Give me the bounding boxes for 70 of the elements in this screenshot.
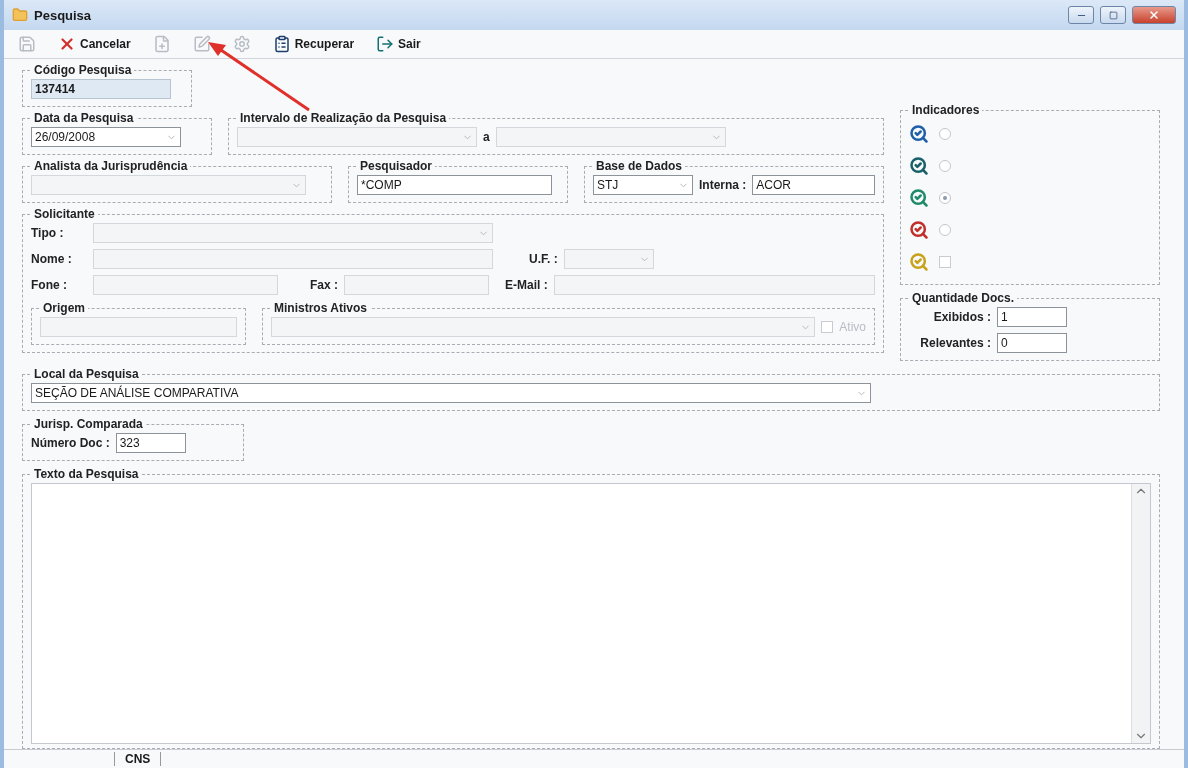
group-label: Origem <box>42 301 86 315</box>
ministers-field[interactable] <box>271 317 816 337</box>
group-label: Ministros Ativos <box>273 301 368 315</box>
radio-button[interactable] <box>939 128 951 140</box>
toolbar-button[interactable]: Recuperar <box>268 33 359 55</box>
radio-button[interactable] <box>939 224 951 236</box>
field-label: Fone : <box>31 278 68 292</box>
group-label: Analista da Jurisprudência <box>33 159 189 173</box>
doc-number-field[interactable]: 323 <box>115 433 186 453</box>
range-separator: a <box>483 130 490 144</box>
group-label: Intervalo de Realização da Pesquisa <box>239 111 448 125</box>
end-date-field[interactable] <box>495 127 726 147</box>
field-label: Interna : <box>699 178 747 192</box>
shown-count-field[interactable]: 1 <box>997 307 1067 327</box>
toolbar-button[interactable]: Sair <box>372 33 425 55</box>
phone-field[interactable] <box>93 275 278 295</box>
field-label: Número Doc : <box>31 436 110 450</box>
email-field[interactable] <box>553 275 875 295</box>
close-icon <box>58 35 76 53</box>
relevant-count-field[interactable]: 0 <box>997 333 1067 353</box>
state-field[interactable] <box>563 249 654 269</box>
location-field[interactable]: SEÇÃO DE ANÁLISE COMPARATIVA <box>31 383 871 403</box>
close-button[interactable] <box>1132 6 1176 24</box>
fax-field[interactable] <box>344 275 489 295</box>
group-label: Base de Dados <box>595 159 684 173</box>
database-field[interactable]: STJ <box>593 175 693 195</box>
save-icon <box>18 35 36 53</box>
group-label: Data da Pesquisa <box>33 111 135 125</box>
maximize-icon <box>1108 10 1118 20</box>
radio-button[interactable] <box>939 192 951 204</box>
field-label: Fax : <box>310 278 338 292</box>
minimize-button[interactable] <box>1068 6 1094 24</box>
group-label: Local da Pesquisa <box>33 367 140 381</box>
interna-field[interactable]: ACOR <box>752 175 875 195</box>
field-label: Tipo : <box>31 226 65 240</box>
group-label: Código Pesquisa <box>33 63 133 77</box>
gear-icon <box>232 35 251 53</box>
checkbox-label: Ativo <box>839 320 866 334</box>
group-label: Solicitante <box>33 207 96 221</box>
clipboard-icon <box>272 35 291 53</box>
group-label: Jurisp. Comparada <box>33 417 144 431</box>
status-pane: CNS <box>114 752 162 766</box>
origin-field[interactable] <box>40 317 237 337</box>
checkbox[interactable] <box>939 256 951 268</box>
scrollbar[interactable] <box>1131 484 1150 743</box>
field-label: Nome : <box>31 252 73 266</box>
type-field[interactable] <box>93 223 493 243</box>
analyst-field[interactable] <box>31 175 306 195</box>
exit-icon <box>376 35 395 53</box>
group-label: Pesquisador <box>359 159 434 173</box>
field-label: U.F. : <box>529 252 558 266</box>
maximize-button[interactable] <box>1100 6 1126 24</box>
researcher-field[interactable]: *COMP <box>357 175 552 195</box>
document-icon <box>152 35 171 53</box>
folder-icon <box>12 7 28 23</box>
start-date-field[interactable] <box>237 127 477 147</box>
toolbar-button[interactable]: Cancelar <box>54 33 135 55</box>
codigo-field[interactable]: 137414 <box>31 79 171 99</box>
group-label: Indicadores <box>911 103 981 117</box>
field-label: E-Mail : <box>505 278 548 292</box>
field-label: Relevantes : <box>919 336 991 350</box>
window-title: Pesquisa <box>34 7 93 23</box>
field-label: Exibidos : <box>932 310 991 324</box>
name-field[interactable] <box>93 249 493 269</box>
group-label: Quantidade Docs. <box>911 291 1016 305</box>
edit-icon <box>192 35 211 53</box>
date-field[interactable]: 26/09/2008 <box>31 127 181 147</box>
close-icon <box>1148 9 1160 21</box>
group-label: Texto da Pesquisa <box>33 467 140 481</box>
radio-button[interactable] <box>939 160 951 172</box>
